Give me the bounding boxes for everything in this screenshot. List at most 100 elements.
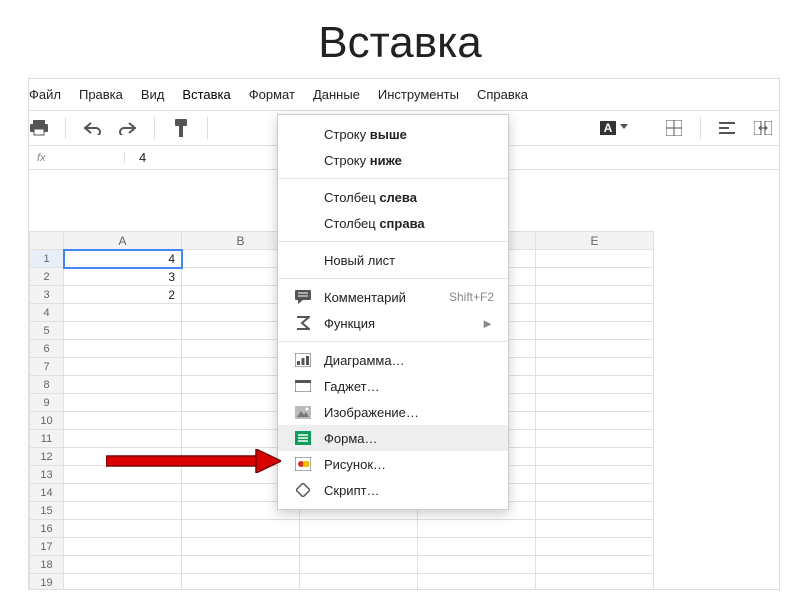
menu-item-комментарий[interactable]: КомментарийShift+F2 <box>278 284 508 310</box>
cell-E14[interactable] <box>536 484 654 502</box>
cell-E18[interactable] <box>536 556 654 574</box>
cell-A4[interactable] <box>64 304 182 322</box>
print-icon[interactable] <box>29 118 49 138</box>
row-header-9[interactable]: 9 <box>30 394 64 412</box>
row-header-3[interactable]: 3 <box>30 286 64 304</box>
cell-A5[interactable] <box>64 322 182 340</box>
cell-C16[interactable] <box>300 520 418 538</box>
menu-item-строку[interactable]: Строку выше <box>278 121 508 147</box>
merge-icon[interactable] <box>753 118 773 138</box>
row-header-13[interactable]: 13 <box>30 466 64 484</box>
menu-item-диаграмма[interactable]: Диаграмма… <box>278 347 508 373</box>
menu-item-функция[interactable]: Функция► <box>278 310 508 336</box>
cell-E4[interactable] <box>536 304 654 322</box>
cell-B19[interactable] <box>182 574 300 590</box>
cell-A10[interactable] <box>64 412 182 430</box>
menu-item-столбец[interactable]: Столбец справа <box>278 210 508 236</box>
col-header-E[interactable]: E <box>536 232 654 250</box>
cell-A17[interactable] <box>64 538 182 556</box>
formula-value[interactable]: 4 <box>125 150 146 165</box>
row-header-8[interactable]: 8 <box>30 376 64 394</box>
borders-icon[interactable] <box>664 118 684 138</box>
row-header-16[interactable]: 16 <box>30 520 64 538</box>
menu-item-гаджет[interactable]: Гаджет… <box>278 373 508 399</box>
cell-A18[interactable] <box>64 556 182 574</box>
cell-A19[interactable] <box>64 574 182 590</box>
row-header-15[interactable]: 15 <box>30 502 64 520</box>
cell-A9[interactable] <box>64 394 182 412</box>
menu-item-новыйлист[interactable]: Новый лист <box>278 247 508 273</box>
menu-справка[interactable]: Справка <box>477 87 528 102</box>
redo-icon[interactable] <box>118 118 138 138</box>
col-header-A[interactable]: A <box>64 232 182 250</box>
cell-E13[interactable] <box>536 466 654 484</box>
cell-A15[interactable] <box>64 502 182 520</box>
menu-файл[interactable]: Файл <box>29 87 61 102</box>
cell-E15[interactable] <box>536 502 654 520</box>
menu-правка[interactable]: Правка <box>79 87 123 102</box>
cell-A16[interactable] <box>64 520 182 538</box>
grid-corner[interactable] <box>30 232 64 250</box>
cell-D17[interactable] <box>418 538 536 556</box>
cell-E6[interactable] <box>536 340 654 358</box>
cell-E11[interactable] <box>536 430 654 448</box>
row-header-7[interactable]: 7 <box>30 358 64 376</box>
menu-item-скрипт[interactable]: Скрипт… <box>278 477 508 503</box>
cell-E17[interactable] <box>536 538 654 556</box>
cell-E1[interactable] <box>536 250 654 268</box>
row-header-6[interactable]: 6 <box>30 340 64 358</box>
row-header-12[interactable]: 12 <box>30 448 64 466</box>
cell-A8[interactable] <box>64 376 182 394</box>
row-header-19[interactable]: 19 <box>30 574 64 590</box>
cell-E3[interactable] <box>536 286 654 304</box>
menu-инструменты[interactable]: Инструменты <box>378 87 459 102</box>
row-header-17[interactable]: 17 <box>30 538 64 556</box>
cell-B18[interactable] <box>182 556 300 574</box>
align-icon[interactable] <box>717 118 737 138</box>
row-header-14[interactable]: 14 <box>30 484 64 502</box>
cell-E16[interactable] <box>536 520 654 538</box>
cell-D16[interactable] <box>418 520 536 538</box>
row-header-5[interactable]: 5 <box>30 322 64 340</box>
cell-C18[interactable] <box>300 556 418 574</box>
cell-B17[interactable] <box>182 538 300 556</box>
menu-item-столбец[interactable]: Столбец слева <box>278 184 508 210</box>
cell-E8[interactable] <box>536 376 654 394</box>
row-header-10[interactable]: 10 <box>30 412 64 430</box>
row-header-18[interactable]: 18 <box>30 556 64 574</box>
menu-данные[interactable]: Данные <box>313 87 360 102</box>
menu-item-изображение[interactable]: Изображение… <box>278 399 508 425</box>
cell-A6[interactable] <box>64 340 182 358</box>
cell-E9[interactable] <box>536 394 654 412</box>
row-header-2[interactable]: 2 <box>30 268 64 286</box>
cell-A11[interactable] <box>64 430 182 448</box>
cell-E5[interactable] <box>536 322 654 340</box>
row-header-1[interactable]: 1 <box>30 250 64 268</box>
cell-C19[interactable] <box>300 574 418 590</box>
menu-вид[interactable]: Вид <box>141 87 165 102</box>
cell-A7[interactable] <box>64 358 182 376</box>
row-header-11[interactable]: 11 <box>30 430 64 448</box>
cell-E7[interactable] <box>536 358 654 376</box>
menu-item-строку[interactable]: Строку ниже <box>278 147 508 173</box>
cell-C17[interactable] <box>300 538 418 556</box>
cell-E12[interactable] <box>536 448 654 466</box>
cell-E19[interactable] <box>536 574 654 590</box>
menu-формат[interactable]: Формат <box>249 87 295 102</box>
menu-item-рисунок[interactable]: Рисунок… <box>278 451 508 477</box>
text-color-icon[interactable]: A <box>598 118 618 138</box>
cell-E2[interactable] <box>536 268 654 286</box>
undo-icon[interactable] <box>82 118 102 138</box>
cell-D18[interactable] <box>418 556 536 574</box>
cell-A1[interactable]: 4 <box>64 250 182 268</box>
cell-E10[interactable] <box>536 412 654 430</box>
cell-A2[interactable]: 3 <box>64 268 182 286</box>
cell-B16[interactable] <box>182 520 300 538</box>
cell-A14[interactable] <box>64 484 182 502</box>
cell-D19[interactable] <box>418 574 536 590</box>
cell-A3[interactable]: 2 <box>64 286 182 304</box>
row-header-4[interactable]: 4 <box>30 304 64 322</box>
menu-item-форма[interactable]: Форма… <box>278 425 508 451</box>
menu-вставка[interactable]: Вставка <box>182 87 230 102</box>
paint-format-icon[interactable] <box>171 118 191 138</box>
